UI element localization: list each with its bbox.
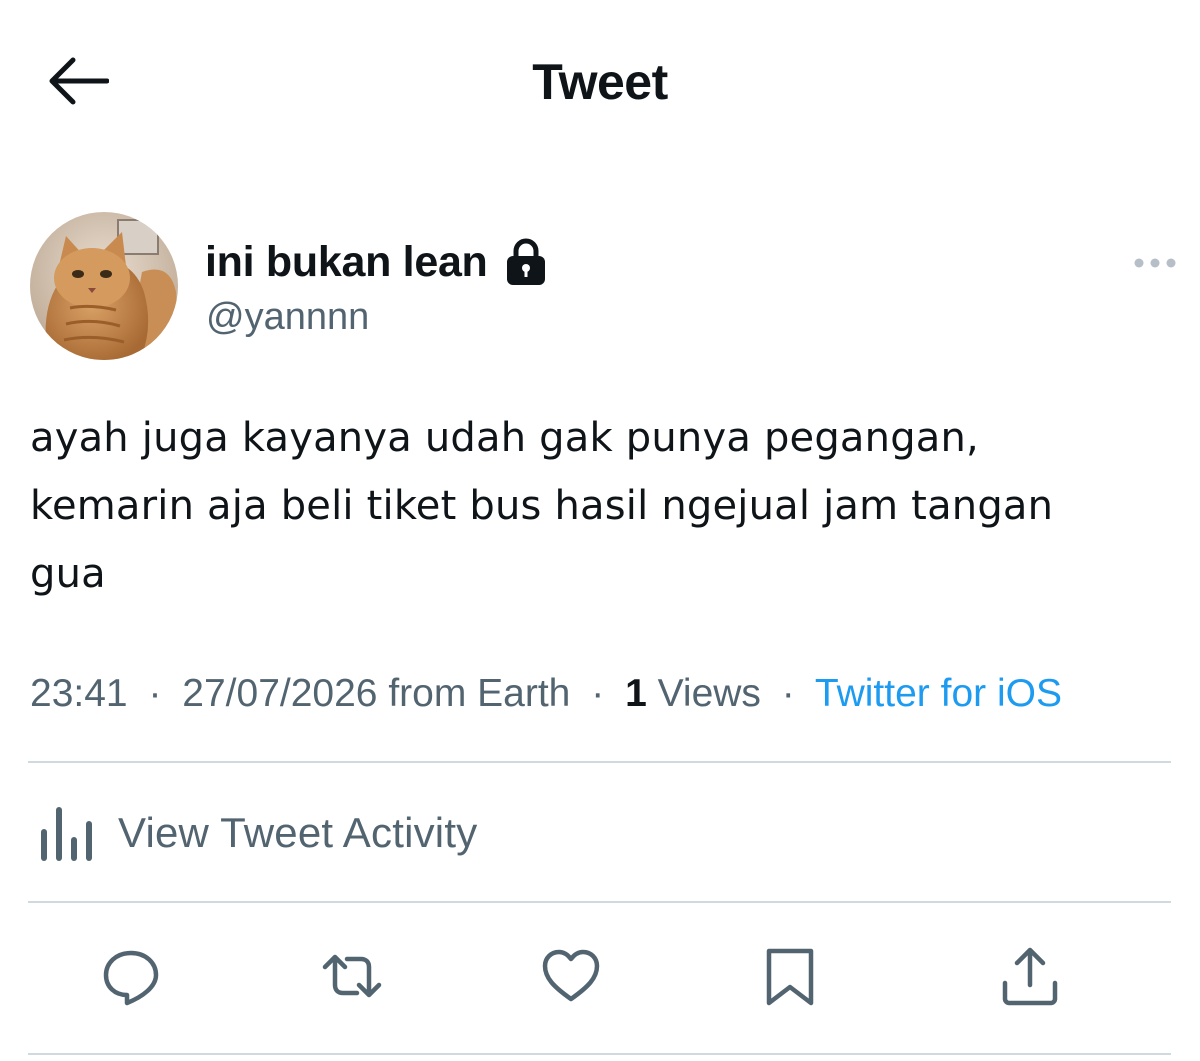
heart-icon	[542, 949, 600, 1002]
separator-dot: ·	[781, 672, 795, 715]
bar-chart-icon	[41, 807, 92, 861]
view-tweet-activity-button[interactable]: View Tweet Activity	[36, 798, 477, 868]
share-icon	[1002, 947, 1058, 1006]
tweet-time[interactable]: 23:41	[30, 672, 128, 715]
tweet-metadata: 23:41 · 27/07/2026 from Earth · 1 Views …	[30, 666, 1180, 722]
reply-icon	[103, 950, 159, 1006]
like-button[interactable]	[536, 940, 606, 1012]
tweet-text: ayah juga kayanya udah gak punya peganga…	[30, 415, 1054, 597]
source-link[interactable]: Twitter for iOS	[815, 672, 1062, 715]
more-options-button[interactable]	[1130, 250, 1180, 276]
retweet-icon	[322, 954, 382, 998]
page-title: Tweet	[532, 54, 668, 110]
views-label: Views	[657, 672, 761, 715]
views-count: 1	[625, 672, 647, 715]
divider	[28, 901, 1171, 903]
separator-dot: ·	[591, 672, 605, 715]
share-button[interactable]	[995, 940, 1065, 1012]
retweet-button[interactable]	[317, 940, 387, 1012]
more-horizontal-icon	[1134, 258, 1176, 268]
bookmark-icon	[766, 948, 814, 1006]
top-bar: Tweet	[0, 0, 1200, 165]
display-name-row: ini bukan lean	[205, 234, 548, 290]
bookmark-button[interactable]	[755, 940, 825, 1012]
divider	[28, 761, 1171, 763]
view-tweet-activity-label: View Tweet Activity	[118, 809, 478, 856]
avatar[interactable]	[30, 212, 178, 360]
tweet-author: ini bukan lean @yannnn	[30, 212, 1180, 362]
display-name[interactable]: ini bukan lean	[205, 234, 488, 290]
separator-dot: ·	[148, 672, 162, 715]
tweet-actions-bar	[0, 940, 1200, 1020]
reply-button[interactable]	[96, 940, 166, 1012]
lock-icon	[504, 237, 548, 287]
user-handle[interactable]: @yannnn	[206, 294, 369, 340]
divider	[28, 1053, 1171, 1055]
cat-avatar-image	[30, 212, 178, 360]
tweet-date[interactable]: 27/07/2026 from Earth	[182, 672, 570, 715]
